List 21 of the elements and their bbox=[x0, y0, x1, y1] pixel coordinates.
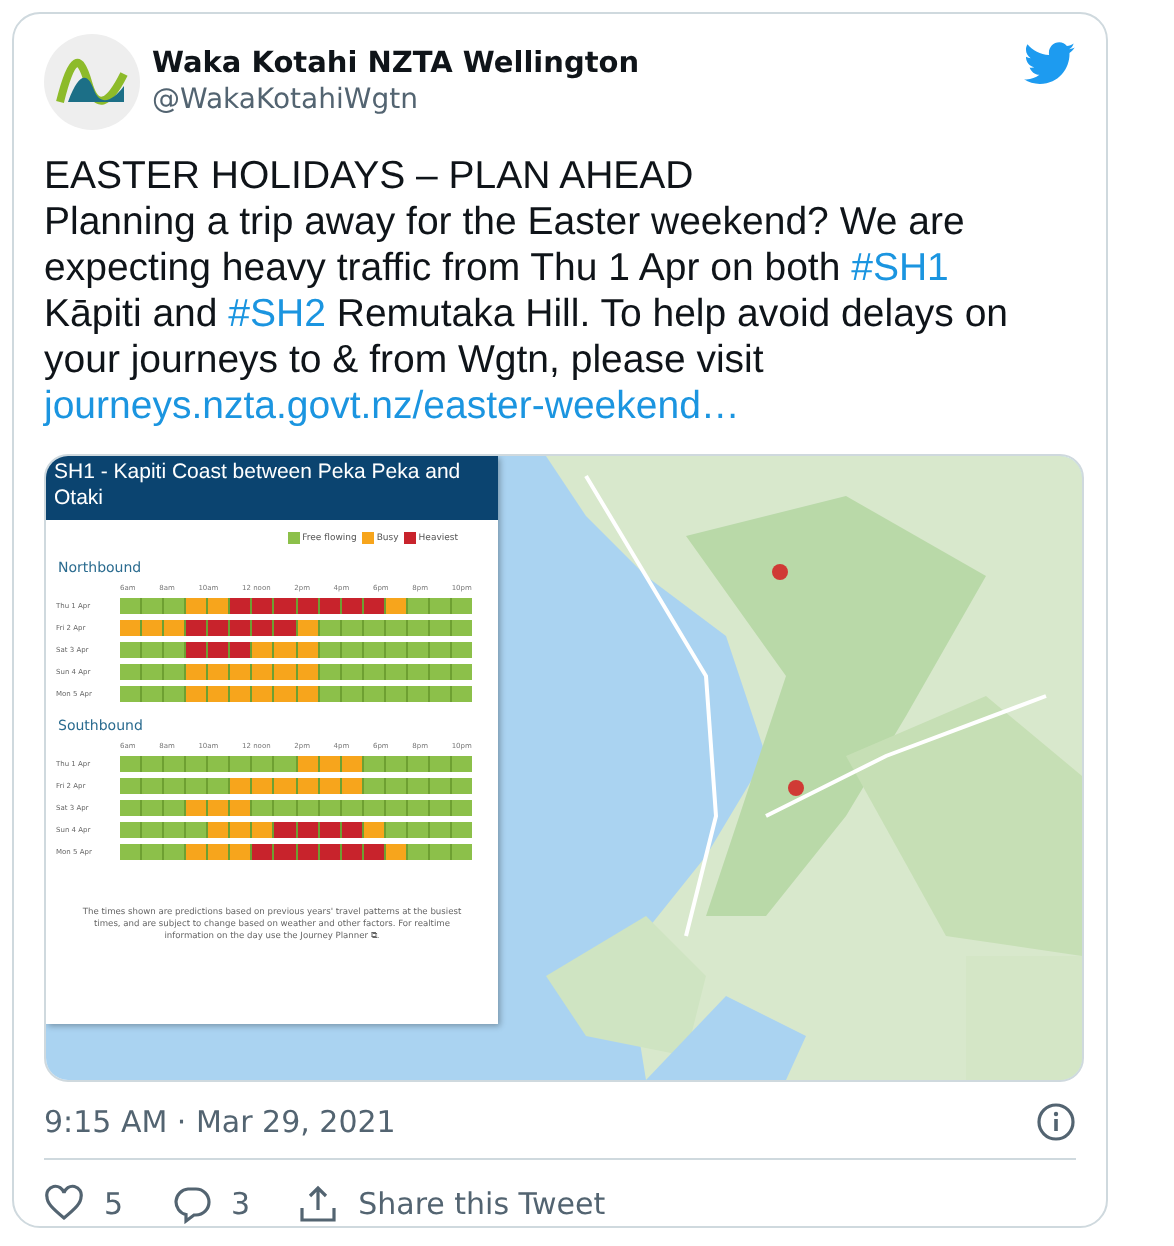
hashtag-link[interactable]: #SH2 bbox=[228, 292, 326, 336]
timestamp-link[interactable]: 9:15 AM · Mar 29, 2021 bbox=[44, 1104, 396, 1140]
tweet-headline: EASTER HOLIDAYS – PLAN AHEAD bbox=[44, 154, 696, 200]
upload-icon[interactable] bbox=[298, 1184, 339, 1224]
count-label[interactable]: 5 bbox=[104, 1186, 124, 1222]
author-name[interactable]: Waka Kotahi NZTA Wellington bbox=[152, 48, 1012, 80]
tweet-text: Planning a trip away for the Easter weekend? We are expecting heavy traffic from Thu 1 Apr on both #SH1 Kāpiti and #SH2 Remutaka Hill. To help avoid delays on your journeys to & from Wgtn, please visit journeys.nzta.govt.nz/easter-weekend… bbox=[44, 200, 1011, 430]
avatar-logo[interactable] bbox=[44, 34, 140, 130]
infographic-title: SH1 - Kapiti Coast between Peka Peka and Otaki bbox=[46, 456, 498, 520]
speech-bubble-icon[interactable] bbox=[171, 1184, 212, 1224]
bird-logo[interactable] bbox=[1024, 42, 1076, 86]
legend-swatch bbox=[288, 532, 301, 544]
hashtag-link[interactable]: #SH1 bbox=[851, 246, 949, 290]
url-link[interactable]: journeys.nzta.govt.nz/easter-weekend… bbox=[44, 384, 740, 428]
author-handle[interactable]: @WakaKotahiWgtn bbox=[152, 84, 1012, 116]
heart-icon[interactable] bbox=[44, 1184, 84, 1224]
legend-swatch bbox=[404, 532, 417, 544]
count-label[interactable]: 3 bbox=[231, 1186, 251, 1222]
legend-swatch bbox=[362, 532, 375, 544]
info-icon[interactable] bbox=[1036, 1102, 1076, 1142]
share-link[interactable]: Share this Tweet bbox=[358, 1186, 606, 1222]
